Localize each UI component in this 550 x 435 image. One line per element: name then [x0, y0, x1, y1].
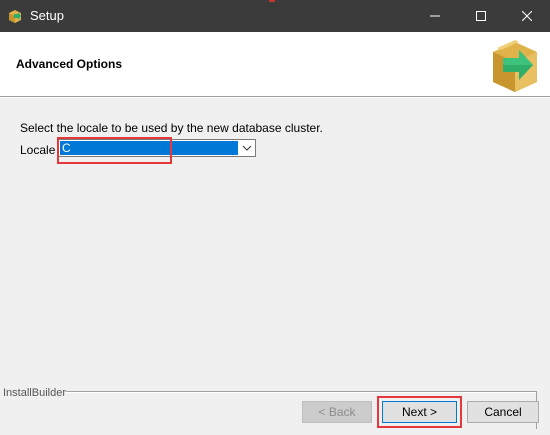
- locale-highlight-box: [57, 137, 172, 164]
- page-header: Advanced Options: [0, 32, 550, 96]
- installbuilder-brand: InstallBuilder: [3, 387, 66, 399]
- title-bar: Setup: [0, 0, 550, 32]
- header-divider-highlight: [0, 97, 550, 98]
- dropdown-arrow-button[interactable]: [239, 140, 255, 156]
- maximize-button[interactable]: [458, 0, 504, 32]
- chevron-down-icon: [242, 145, 252, 151]
- cancel-button[interactable]: Cancel: [467, 401, 539, 423]
- setup-app-icon: [9, 10, 21, 23]
- installer-box-arrow-icon: [493, 40, 537, 92]
- footer-divider-highlight: [66, 392, 536, 393]
- minimize-icon: [430, 15, 440, 17]
- next-highlight-box: [377, 396, 462, 428]
- locale-prompt: Select the locale to be used by the new …: [20, 121, 323, 135]
- minimize-button[interactable]: [412, 0, 458, 32]
- maximize-icon: [476, 11, 486, 21]
- window-title: Setup: [30, 8, 64, 23]
- title-bar-marker: [269, 0, 275, 2]
- back-button[interactable]: < Back: [302, 401, 372, 423]
- locale-label: Locale: [20, 143, 56, 157]
- close-button[interactable]: [504, 0, 550, 32]
- close-icon: [522, 11, 532, 21]
- page-title: Advanced Options: [16, 57, 123, 71]
